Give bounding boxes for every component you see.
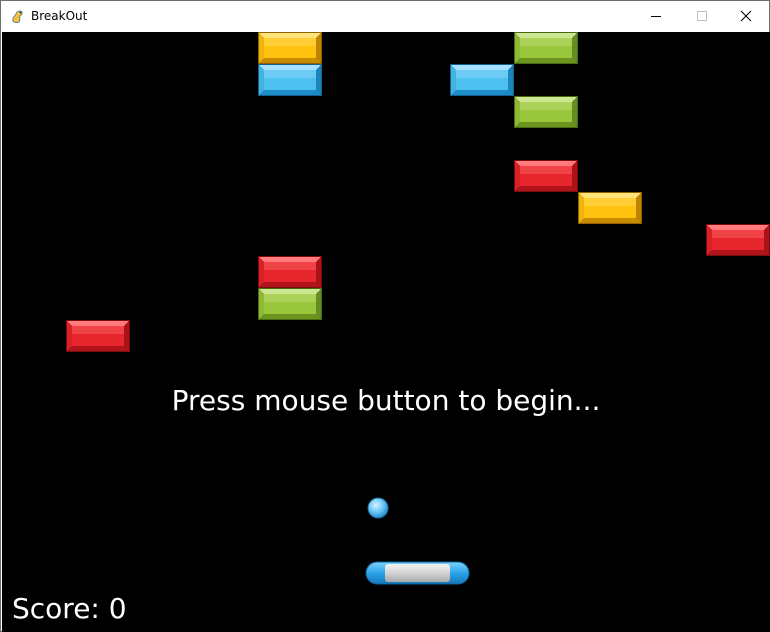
- close-button[interactable]: [723, 1, 769, 31]
- close-icon: [740, 10, 752, 22]
- game-window: BreakOut Press mouse button to begin...: [0, 0, 770, 632]
- game-canvas[interactable]: Press mouse button to begin... Score: 0: [2, 32, 770, 632]
- maximize-button[interactable]: [679, 1, 725, 31]
- brick-green: [514, 96, 578, 128]
- brick-yellow: [578, 192, 642, 224]
- brick-yellow: [258, 32, 322, 64]
- title-bar[interactable]: BreakOut: [1, 1, 769, 31]
- minimize-button[interactable]: [633, 1, 679, 31]
- ball: [367, 497, 389, 519]
- brick-red: [258, 256, 322, 288]
- brick-red: [514, 160, 578, 192]
- brick-blue: [258, 64, 322, 96]
- window-title: BreakOut: [31, 9, 88, 23]
- brick-green: [258, 288, 322, 320]
- brick-red: [66, 320, 130, 352]
- maximize-icon: [697, 11, 707, 21]
- pygame-snake-icon: [10, 8, 26, 24]
- brick-green: [514, 32, 578, 64]
- paddle[interactable]: [365, 561, 470, 585]
- brick-red: [706, 224, 770, 256]
- score-display: Score: 0: [12, 592, 127, 625]
- minimize-icon: [651, 16, 661, 17]
- brick-blue: [450, 64, 514, 96]
- start-message: Press mouse button to begin...: [171, 384, 601, 417]
